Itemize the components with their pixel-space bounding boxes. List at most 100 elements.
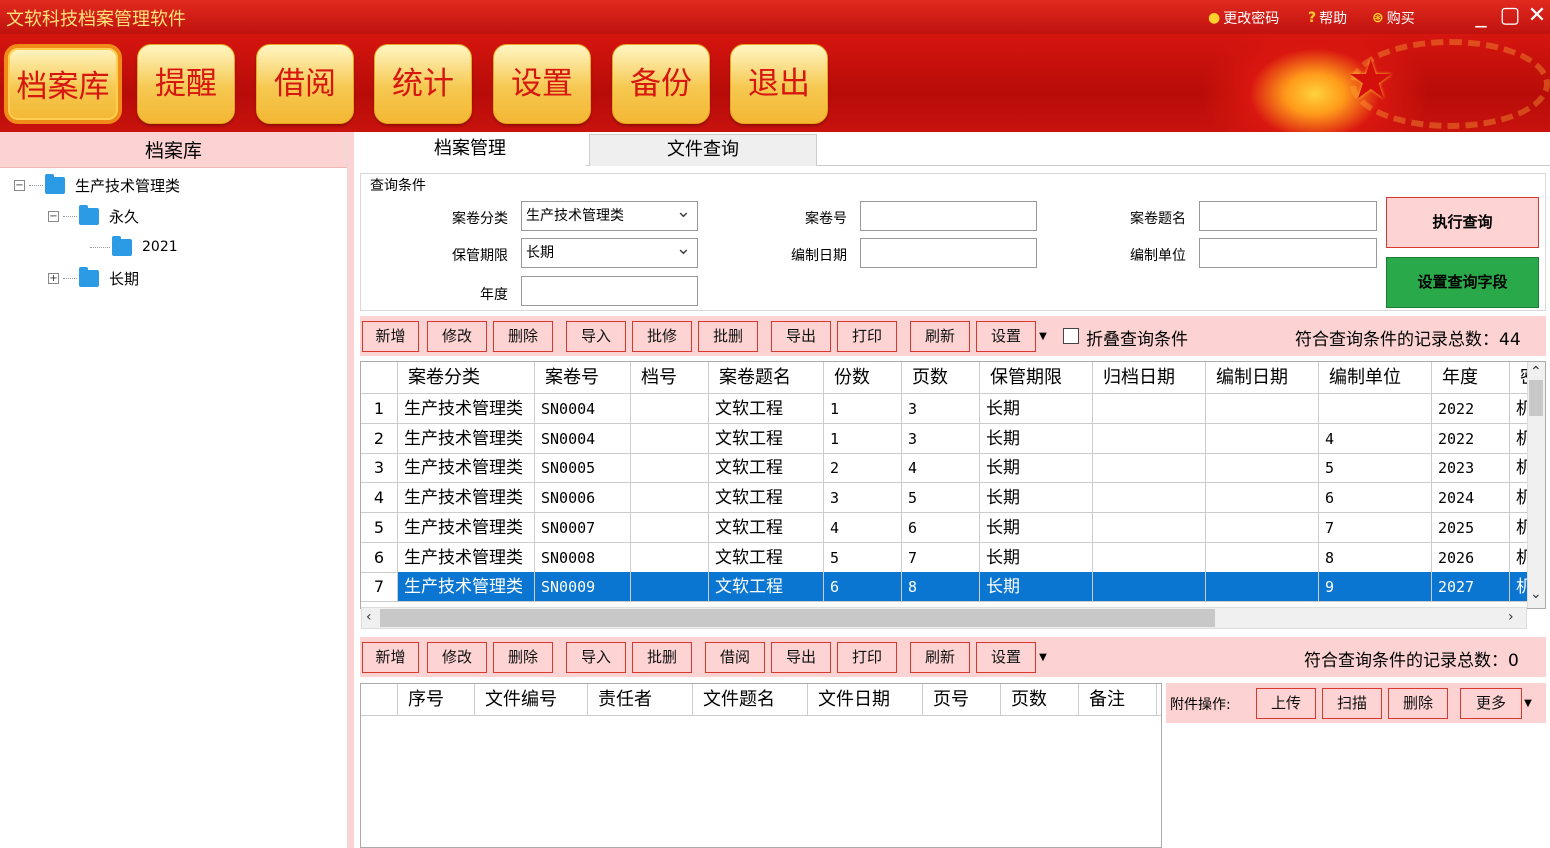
change-password-link[interactable]: ● 更改密码: [1208, 8, 1279, 28]
scroll-right-icon[interactable]: ›: [1508, 609, 1514, 625]
column-header[interactable]: 归档日期: [1093, 362, 1206, 394]
table-cell[interactable]: [1093, 453, 1206, 484]
table-cell[interactable]: 2025: [1432, 512, 1510, 543]
file-print-button[interactable]: 打印: [837, 642, 897, 673]
table-cell[interactable]: [1206, 512, 1319, 543]
nav-archive[interactable]: 档案库: [4, 44, 122, 124]
collapse-query-checkbox[interactable]: [1063, 328, 1079, 344]
edit-button[interactable]: 修改: [427, 321, 487, 352]
column-header[interactable]: 编制单位: [1319, 362, 1432, 394]
table-cell[interactable]: [631, 483, 709, 514]
table-cell[interactable]: 2024: [1432, 483, 1510, 514]
file-add-button[interactable]: 新增: [362, 642, 419, 673]
column-header[interactable]: f: [1157, 684, 1161, 716]
nav-exit[interactable]: 退出: [730, 44, 828, 124]
batch-delete-button[interactable]: 批删: [698, 321, 758, 352]
table-cell[interactable]: 5: [824, 542, 902, 573]
import-button[interactable]: 导入: [566, 321, 626, 352]
column-header[interactable]: 案卷分类: [398, 362, 535, 394]
table-cell[interactable]: 2023: [1432, 453, 1510, 484]
table-cell[interactable]: 8: [902, 572, 980, 603]
collapse-icon[interactable]: −: [48, 210, 59, 222]
tree-node-permanent[interactable]: − 永久: [48, 204, 139, 227]
file-export-button[interactable]: 导出: [771, 642, 831, 673]
table-cell[interactable]: SN0006: [535, 483, 631, 514]
column-header[interactable]: 年度: [1432, 362, 1510, 394]
table-cell[interactable]: [1206, 483, 1319, 514]
file-delete-button[interactable]: 删除: [493, 642, 553, 673]
table-cell[interactable]: 2022: [1432, 423, 1510, 454]
table-cell[interactable]: 生产技术管理类: [398, 394, 535, 424]
table-cell[interactable]: [631, 394, 709, 424]
table-cell[interactable]: 1: [824, 423, 902, 454]
scroll-left-icon[interactable]: ‹: [366, 609, 372, 625]
table-cell[interactable]: [631, 423, 709, 454]
table-cell[interactable]: 3: [824, 483, 902, 514]
refresh-button[interactable]: 刷新: [910, 321, 970, 352]
table-cell[interactable]: 2027: [1432, 572, 1510, 603]
export-button[interactable]: 导出: [771, 321, 831, 352]
table-cell[interactable]: 8: [1319, 542, 1432, 573]
nav-backup[interactable]: 备份: [612, 44, 710, 124]
compile-unit-input[interactable]: [1199, 238, 1377, 268]
table-cell[interactable]: [1206, 572, 1319, 603]
table-corner[interactable]: [361, 684, 398, 716]
set-query-fields-button[interactable]: 设置查询字段: [1386, 257, 1539, 308]
row-number[interactable]: 7: [361, 572, 398, 603]
file-refresh-button[interactable]: 刷新: [910, 642, 970, 673]
print-button[interactable]: 打印: [837, 321, 897, 352]
table-cell[interactable]: [1093, 512, 1206, 543]
retention-select[interactable]: 长期: [521, 235, 698, 268]
table-cell[interactable]: [1206, 423, 1319, 454]
tab-archive-management[interactable]: 档案管理: [354, 134, 586, 166]
row-number[interactable]: 3: [361, 453, 398, 484]
add-button[interactable]: 新增: [362, 321, 419, 352]
collapse-icon[interactable]: −: [14, 179, 25, 191]
settings-button[interactable]: 设置: [976, 321, 1036, 352]
column-header[interactable]: 页数: [1001, 684, 1079, 716]
column-header[interactable]: 文件编号: [475, 684, 588, 716]
file-settings-button[interactable]: 设置: [976, 642, 1036, 673]
settings-dropdown-icon[interactable]: ▼: [1037, 321, 1049, 352]
help-link[interactable]: ? 帮助: [1308, 8, 1347, 28]
table-cell[interactable]: [1206, 453, 1319, 484]
scroll-up-icon[interactable]: ⌃: [1530, 364, 1542, 380]
table-cell[interactable]: 生产技术管理类: [398, 453, 535, 484]
panel-splitter[interactable]: [348, 132, 354, 848]
delete-button[interactable]: 删除: [493, 321, 553, 352]
tree-node-production[interactable]: − 生产技术管理类: [14, 173, 180, 196]
table-cell[interactable]: 长期: [980, 572, 1093, 603]
table-cell[interactable]: 文软工程: [709, 572, 824, 603]
table-cell[interactable]: 6: [1319, 483, 1432, 514]
table-cell[interactable]: 文软工程: [709, 483, 824, 514]
table-cell[interactable]: 生产技术管理类: [398, 483, 535, 514]
table-cell[interactable]: 4: [902, 453, 980, 484]
table-cell[interactable]: 长期: [980, 394, 1093, 424]
title-input[interactable]: [1199, 201, 1377, 231]
column-header[interactable]: 文件题名: [693, 684, 808, 716]
table-cell[interactable]: [1093, 542, 1206, 573]
table-cell[interactable]: 7: [902, 542, 980, 573]
table-cell[interactable]: 4: [824, 512, 902, 543]
upload-button[interactable]: 上传: [1256, 688, 1316, 719]
column-header[interactable]: 份数: [824, 362, 902, 394]
table-cell[interactable]: 文软工程: [709, 453, 824, 484]
table-cell[interactable]: [1093, 423, 1206, 454]
column-header[interactable]: 案卷号: [535, 362, 631, 394]
compile-date-input[interactable]: [860, 238, 1037, 268]
table-cell[interactable]: 长期: [980, 512, 1093, 543]
table-cell[interactable]: 2: [824, 453, 902, 484]
table-cell[interactable]: SN0005: [535, 453, 631, 484]
table-corner[interactable]: [361, 362, 398, 394]
table-cell[interactable]: 文软工程: [709, 394, 824, 424]
table-cell[interactable]: 5: [902, 483, 980, 514]
column-header[interactable]: 保管期限: [980, 362, 1093, 394]
column-header[interactable]: 编制日期: [1206, 362, 1319, 394]
minimize-button[interactable]: _: [1468, 3, 1494, 29]
row-number[interactable]: 6: [361, 542, 398, 573]
column-header[interactable]: 页号: [923, 684, 1001, 716]
table-cell[interactable]: 4: [1319, 423, 1432, 454]
table-cell[interactable]: SN0004: [535, 394, 631, 424]
table-cell[interactable]: SN0009: [535, 572, 631, 603]
table-cell[interactable]: [1319, 394, 1432, 424]
